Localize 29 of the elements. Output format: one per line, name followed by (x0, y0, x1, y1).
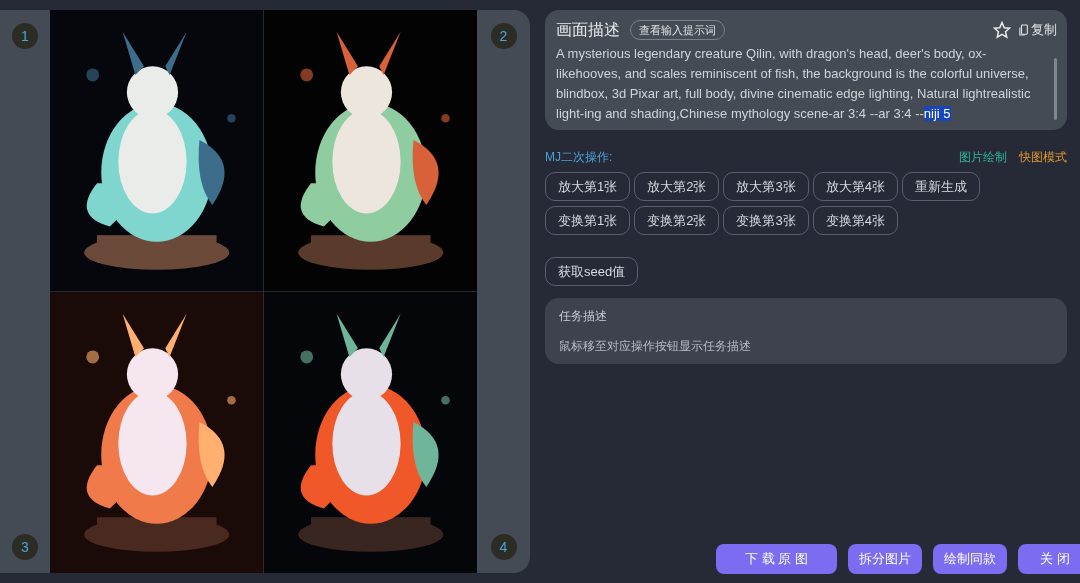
footer-button[interactable]: 拆分图片 (848, 544, 922, 574)
copy-button[interactable]: 复制 (1019, 20, 1057, 40)
mode-link[interactable]: 图片绘制 (959, 148, 1007, 166)
image-number-badge[interactable]: 3 (12, 534, 38, 560)
scrollbar[interactable] (1054, 58, 1057, 120)
card-title: 画面描述 (556, 20, 620, 40)
operation-button[interactable]: 变换第2张 (634, 206, 720, 235)
task-hint: 鼠标移至对应操作按钮显示任务描述 (559, 338, 752, 355)
image-number-badge[interactable]: 1 (12, 23, 38, 49)
mode-link[interactable]: 快图模式 (1019, 148, 1067, 166)
operation-button[interactable]: 放大第3张 (723, 172, 809, 201)
image-number-badge[interactable]: 2 (490, 23, 517, 49)
star-icon[interactable] (993, 21, 1011, 39)
prompt-text: A mysterious legendary creature Qilin, with dragon's head, deer's body, ox-likehooves, and scales reminiscent of fish, the background is the colorful universe, blindbox, 3d Pixar art, full body, divine cinematic edge lighting, Natural lightrealistic light-ing and shading,Chinese mythology scene-ar 3:4 --ar 3:4 --niji 5 (556, 45, 1032, 123)
operation-button[interactable]: 放大第1张 (545, 172, 631, 201)
operation-button[interactable]: 重新生成 (901, 172, 980, 201)
task-title: 任务描述 (559, 308, 608, 325)
operation-button[interactable]: 获取seed值 (545, 257, 639, 286)
operation-button[interactable]: 变换第3张 (723, 206, 809, 235)
footer-button[interactable]: 绘制同款 (933, 544, 1007, 574)
operation-button[interactable]: 放大第4张 (812, 172, 898, 201)
operation-button[interactable]: 变换第4张 (812, 206, 898, 235)
footer-button[interactable]: 下 载 原 图 (716, 544, 837, 574)
operation-button[interactable]: 放大第2张 (634, 172, 720, 201)
section-label: MJ二次操作: (545, 149, 613, 166)
footer-button[interactable]: 关 闭 (1018, 544, 1080, 574)
operation-button[interactable]: 变换第1张 (545, 206, 631, 235)
copy-icon (1019, 24, 1029, 36)
image-number-badge[interactable]: 4 (490, 534, 517, 560)
